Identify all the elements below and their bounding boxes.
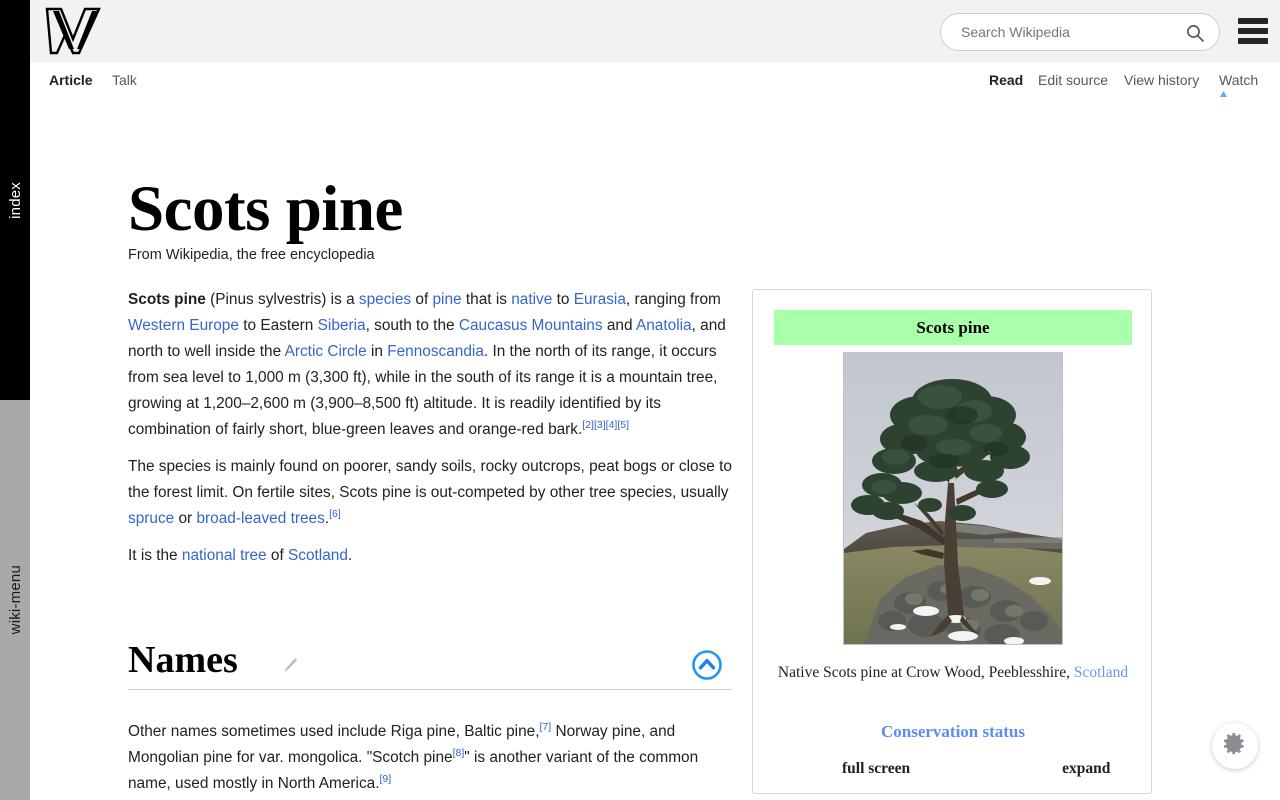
infobox-caption: Native Scots pine at Crow Wood, Peebless…	[771, 661, 1135, 685]
link-spruce[interactable]: spruce	[128, 510, 174, 527]
link-species[interactable]: species	[359, 291, 411, 308]
pencil-edit-icon[interactable]	[280, 655, 300, 675]
left-side-rail: index wiki-menu	[0, 0, 30, 800]
caption-text: Native Scots pine at Crow Wood, Peebless…	[777, 664, 1074, 681]
ref-8[interactable]: [8]	[453, 747, 465, 759]
wiki-menu-rail[interactable]: wiki-menu	[0, 400, 30, 800]
section-divider	[128, 689, 732, 690]
link-native[interactable]: native	[511, 291, 552, 308]
paragraph-other-names: Other names sometimes used include Riga …	[128, 719, 732, 797]
paragraph-national-tree: It is the national tree of Scotland.	[128, 543, 732, 569]
ref-9[interactable]: [9]	[379, 773, 391, 785]
p3-t2: of	[266, 547, 288, 564]
ref-6[interactable]: [6]	[329, 508, 341, 520]
ref-group-lead: [2][3][4][5]	[582, 419, 629, 431]
link-broad-leaved-trees[interactable]: broad-leaved trees	[196, 510, 324, 527]
conservation-status-link[interactable]: Conservation status	[753, 722, 1151, 742]
ref-group-8: [8]	[453, 747, 465, 759]
tab-watch[interactable]: Watch	[1219, 72, 1258, 88]
p1-t3: that is	[461, 291, 512, 308]
p1-t6: to Eastern	[238, 317, 318, 334]
p1-t8: and	[602, 317, 636, 334]
link-siberia[interactable]: Siberia	[318, 317, 366, 334]
caption-link-scotland[interactable]: Scotland	[1074, 664, 1128, 681]
hamburger-bar-2	[1238, 28, 1268, 34]
ref-5[interactable]: [5]	[617, 419, 629, 431]
link-pine[interactable]: pine	[433, 291, 462, 308]
text-cursor-marker	[1220, 91, 1227, 97]
gear-icon	[1223, 732, 1247, 761]
search-input[interactable]	[959, 17, 1169, 47]
hamburger-bar-1	[1238, 18, 1268, 24]
p1-t1: (Pinus sylvestris) is a	[205, 291, 359, 308]
index-rail[interactable]: index	[0, 0, 30, 400]
link-scotland[interactable]: Scotland	[288, 547, 348, 564]
p2-t1: The species is mainly found on poorer, s…	[128, 458, 732, 501]
infobox-title: Scots pine	[774, 310, 1132, 345]
p1-t2: of	[411, 291, 433, 308]
link-arctic-circle[interactable]: Arctic Circle	[285, 343, 367, 360]
full-screen-button[interactable]: full screen	[842, 760, 910, 778]
article-body: Scots pine (Pinus sylvestris) is a speci…	[128, 287, 732, 580]
p3-t1: It is the	[128, 547, 182, 564]
tab-edit-source[interactable]: Edit source	[1038, 72, 1108, 88]
link-anatolia[interactable]: Anatolia	[636, 317, 692, 334]
article-tab-bar: Article Talk Read Edit source View histo…	[30, 62, 1280, 101]
tab-view-history[interactable]: View history	[1124, 72, 1199, 88]
infobox-action-row: full screen expand	[753, 760, 1151, 778]
ref-7[interactable]: [7]	[539, 721, 551, 733]
article-content: Scots pine From Wikipedia, the free ency…	[30, 101, 1280, 800]
site-header	[30, 0, 1280, 62]
link-eurasia[interactable]: Eurasia	[574, 291, 626, 308]
hamburger-menu-icon[interactable]	[1238, 18, 1268, 44]
p1-t10: in	[366, 343, 388, 360]
ref-4[interactable]: [4]	[606, 419, 618, 431]
tab-read[interactable]: Read	[989, 72, 1023, 88]
index-rail-label: index	[6, 181, 24, 219]
p1-t4: to	[552, 291, 574, 308]
ref-group-9: [9]	[379, 773, 391, 785]
page-root: Article Talk Read Edit source View histo…	[30, 0, 1280, 800]
expand-button[interactable]: expand	[1062, 760, 1110, 778]
ref-group-7: [7]	[539, 721, 551, 733]
search-box[interactable]	[940, 13, 1220, 51]
p3-t3: .	[347, 547, 353, 564]
section-heading-names: Names	[128, 639, 238, 681]
search-icon[interactable]	[1185, 23, 1205, 43]
wikipedia-w-logo[interactable]	[43, 5, 103, 57]
p2-t2: or	[174, 510, 197, 527]
names-t1: Other names sometimes used include Riga …	[128, 723, 540, 740]
section-heading-row: Names	[128, 638, 732, 692]
section-names: Names	[128, 638, 732, 692]
link-western-europe[interactable]: Western Europe	[128, 317, 239, 334]
section-names-body: Other names sometimes used include Riga …	[128, 719, 732, 797]
wiki-menu-rail-label: wiki-menu	[6, 565, 24, 635]
paragraph-habitat: The species is mainly found on poorer, s…	[128, 454, 732, 532]
taxobox-infobox: Scots pine Native Scots pine at Crow Woo…	[752, 289, 1152, 794]
p1-t5: , ranging from	[625, 291, 721, 308]
tab-talk[interactable]: Talk	[112, 72, 137, 88]
chevron-up-circle-icon[interactable]	[691, 649, 723, 681]
lead-paragraph: Scots pine (Pinus sylvestris) is a speci…	[128, 287, 732, 443]
link-caucasus-mountains[interactable]: Caucasus Mountains	[459, 317, 603, 334]
ref-group-habitat: [6]	[329, 508, 341, 520]
settings-floating-button[interactable]	[1212, 723, 1258, 769]
hamburger-bar-3	[1238, 38, 1268, 44]
page-title: Scots pine	[128, 172, 403, 245]
ref-3[interactable]: [3]	[594, 419, 606, 431]
site-tagline: From Wikipedia, the free encyclopedia	[128, 247, 375, 263]
link-national-tree[interactable]: national tree	[182, 547, 267, 564]
tab-article[interactable]: Article	[49, 72, 93, 88]
scots-pine-tree-photo[interactable]	[843, 352, 1063, 645]
p1-t7: , south to the	[365, 317, 459, 334]
ref-2[interactable]: [2]	[582, 419, 594, 431]
lead-bold-term: Scots pine	[128, 291, 206, 308]
link-fennoscandia[interactable]: Fennoscandia	[387, 343, 484, 360]
